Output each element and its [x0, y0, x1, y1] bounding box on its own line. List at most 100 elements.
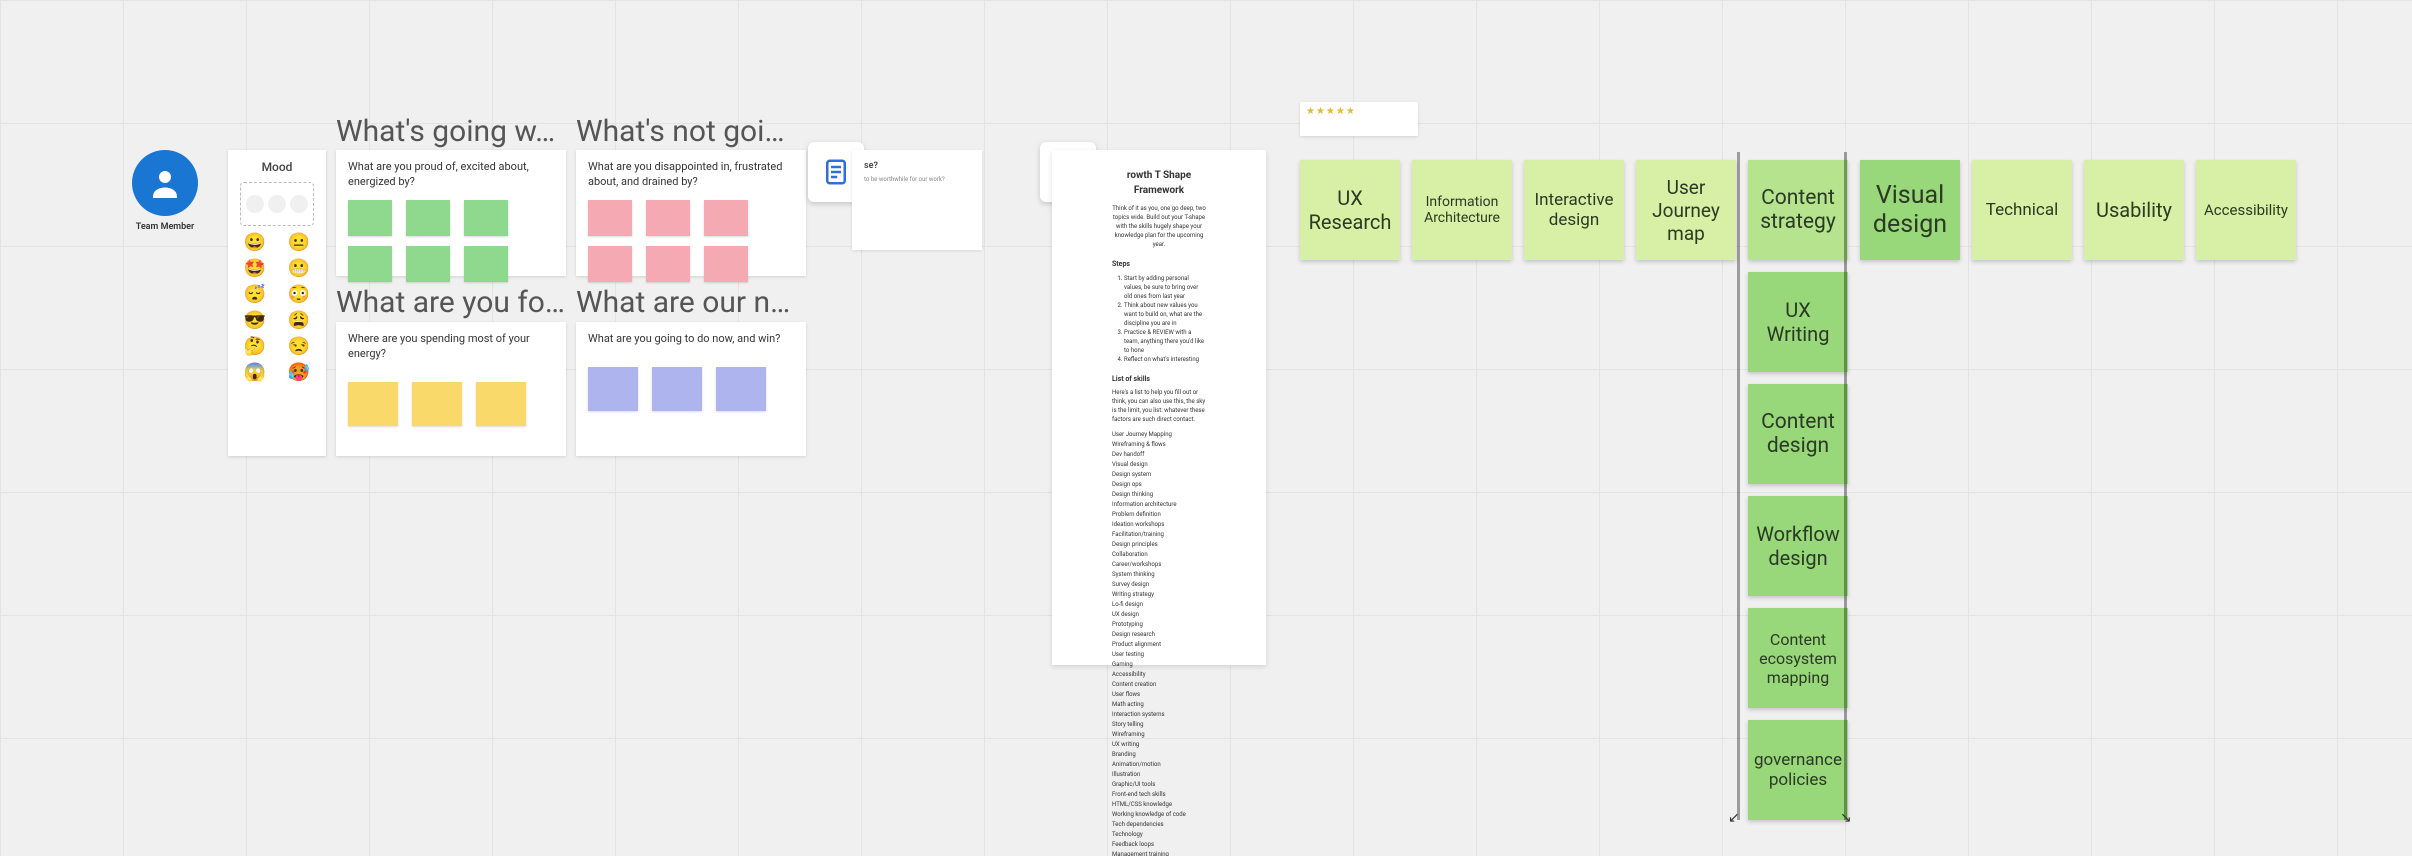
framework-skill: UX writing — [1112, 740, 1206, 749]
framework-skill: Animation/motion — [1112, 760, 1206, 769]
emoji-option[interactable]: 😴 — [244, 286, 266, 304]
sticky-note[interactable] — [476, 382, 526, 426]
framework-skill: Branding — [1112, 750, 1206, 759]
framework-step: Practice & REVIEW with a team, anything … — [1124, 328, 1206, 355]
tshape-sticky[interactable]: governance policies — [1748, 720, 1848, 820]
framework-skill: Survey design — [1112, 580, 1206, 589]
sticky-note[interactable] — [588, 367, 638, 411]
framework-step: Start by adding personal values, be sure… — [1124, 274, 1206, 301]
framework-skill: Math acting — [1112, 700, 1206, 709]
retro-card-proud[interactable]: What are you proud of, excited about, en… — [336, 150, 566, 276]
framework-skill: Design principles — [1112, 540, 1206, 549]
framework-skill: User testing — [1112, 650, 1206, 659]
framework-skill: Visual design — [1112, 460, 1206, 469]
framework-skill: Feedback loops — [1112, 840, 1206, 849]
tshape-sticky[interactable]: Interactive design — [1524, 160, 1624, 260]
snippet-doc[interactable]: se? to be worthwhile for our work? — [852, 150, 982, 250]
tshape-sticky[interactable]: Technical — [1972, 160, 2072, 260]
framework-skill: UX design — [1112, 610, 1206, 619]
tshape-sticky[interactable]: User Journey map — [1636, 160, 1736, 260]
retro-prompt: Where are you spending most of your ener… — [348, 332, 554, 362]
sticky-note[interactable] — [406, 200, 450, 236]
tshape-sticky[interactable]: Visual design — [1860, 160, 1960, 260]
sticky-note[interactable] — [406, 246, 450, 282]
retro-card-disappointed[interactable]: What are you disappointed in, frustrated… — [576, 150, 806, 276]
emoji-option[interactable]: 🤩 — [244, 260, 266, 278]
framework-skill: Facilitation/training — [1112, 530, 1206, 539]
framework-skill: User flows — [1112, 690, 1206, 699]
sticky-note[interactable] — [588, 246, 632, 282]
sticky-note[interactable] — [716, 367, 766, 411]
person-icon — [132, 150, 198, 216]
framework-steps-title: Steps — [1112, 259, 1206, 270]
framework-skill: Design thinking — [1112, 490, 1206, 499]
tshape-sticky[interactable]: Content ecosystem mapping — [1748, 608, 1848, 708]
framework-doc[interactable]: rowth T Shape Framework Think of it as y… — [1052, 150, 1266, 665]
tshape-sticky[interactable]: Content design — [1748, 384, 1848, 484]
retro-heading-tr: What's not goin… — [576, 114, 801, 149]
stars-card[interactable]: ★★★★★ — [1300, 102, 1418, 136]
framework-skill: Accessibility — [1112, 670, 1206, 679]
framework-skill: Career/workshops — [1112, 560, 1206, 569]
sticky-note[interactable] — [646, 246, 690, 282]
arrow-down-right-icon: ↘ — [1840, 810, 1852, 826]
framework-skill: Writing strategy — [1112, 590, 1206, 599]
framework-skill: Front-end tech skills — [1112, 790, 1206, 799]
emoji-option[interactable]: 🤔 — [244, 338, 266, 356]
sticky-note[interactable] — [464, 246, 508, 282]
emoji-option[interactable]: 😱 — [244, 364, 266, 382]
retro-prompt: What are you going to do now, and win? — [588, 332, 794, 347]
framework-skill: Design research — [1112, 630, 1206, 639]
framework-skill: Information architecture — [1112, 500, 1206, 509]
emoji-option[interactable]: 😎 — [244, 312, 266, 330]
retro-heading-bl: What are you fo… — [336, 285, 566, 320]
sticky-note[interactable] — [348, 246, 392, 282]
tshape-sticky[interactable]: Usability — [2084, 160, 2184, 260]
sticky-note[interactable] — [704, 200, 748, 236]
sticky-note[interactable] — [704, 246, 748, 282]
arrow-down-left-icon: ↙ — [1728, 810, 1740, 826]
tshape-sticky[interactable]: Content strategy — [1748, 160, 1848, 260]
mood-title: Mood — [228, 150, 326, 174]
star-rating-icon: ★★★★★ — [1306, 106, 1356, 117]
framework-step: Think about new values you want to build… — [1124, 301, 1206, 328]
retro-heading-tl: What's going w… — [336, 114, 556, 149]
emoji-picker[interactable]: 😀 😐 🤩 😬 😴 😳 😎 😩 🤔 😒 😱 🥵 — [240, 234, 314, 382]
emoji-option[interactable]: 😐 — [288, 234, 310, 252]
retro-card-energy[interactable]: Where are you spending most of your ener… — [336, 322, 566, 456]
framework-skill: Dev handoff — [1112, 450, 1206, 459]
sticky-note[interactable] — [588, 200, 632, 236]
emoji-option[interactable]: 😒 — [288, 338, 310, 356]
tshape-sticky[interactable]: UX Writing — [1748, 272, 1848, 372]
framework-skill: Graphic/UI tools — [1112, 780, 1206, 789]
emoji-option[interactable]: 😬 — [288, 260, 310, 278]
sticky-note[interactable] — [464, 200, 508, 236]
emoji-option[interactable]: 😩 — [288, 312, 310, 330]
tshape-sticky[interactable]: Information Architecture — [1412, 160, 1512, 260]
mood-drop-zone[interactable] — [240, 182, 314, 226]
emoji-option[interactable]: 😀 — [244, 234, 266, 252]
framework-skill: Technology — [1112, 830, 1206, 839]
tshape-sticky[interactable]: UX Research — [1300, 160, 1400, 260]
mood-panel[interactable]: Mood 😀 😐 🤩 😬 😴 😳 😎 😩 🤔 😒 😱 🥵 — [228, 150, 326, 456]
tshape-sticky[interactable]: Accessibility — [2196, 160, 2296, 260]
document-lines-icon — [821, 157, 851, 187]
sticky-note[interactable] — [646, 200, 690, 236]
framework-skill: Prototyping — [1112, 620, 1206, 629]
tshape-sticky[interactable]: Workflow design — [1748, 496, 1848, 596]
sticky-note[interactable] — [348, 382, 398, 426]
framework-skill: Management training — [1112, 850, 1206, 856]
emoji-option[interactable]: 😳 — [288, 286, 310, 304]
sticky-note[interactable] — [652, 367, 702, 411]
framework-skill: System thinking — [1112, 570, 1206, 579]
snippet-title: se? — [864, 160, 970, 172]
retro-card-next[interactable]: What are you going to do now, and win? — [576, 322, 806, 456]
framework-skills-list: User Journey MappingWireframing & flowsD… — [1112, 430, 1206, 856]
framework-skill: Working knowledge of code — [1112, 810, 1206, 819]
team-member-avatar[interactable]: Team Member — [130, 150, 200, 232]
sticky-note[interactable] — [348, 200, 392, 236]
sticky-note[interactable] — [412, 382, 462, 426]
selection-bar-right — [1844, 152, 1847, 820]
emoji-option[interactable]: 🥵 — [288, 364, 310, 382]
selection-bar-left — [1737, 152, 1740, 820]
